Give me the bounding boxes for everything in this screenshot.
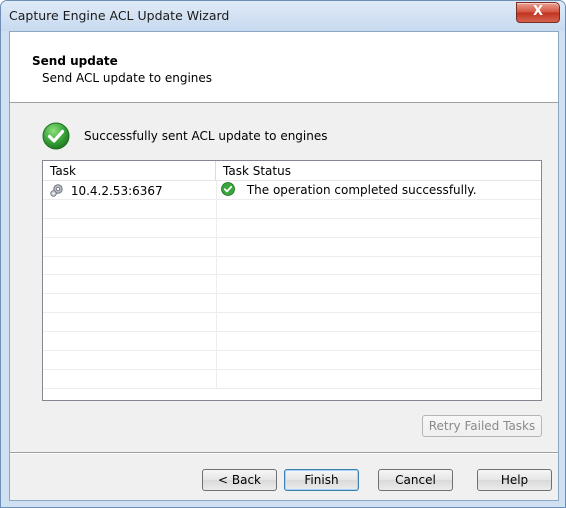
- table-row-empty: [43, 275, 541, 295]
- close-icon: X: [532, 4, 544, 19]
- table-row-empty: [43, 199, 541, 219]
- task-status-text: The operation completed successfully.: [246, 183, 477, 197]
- status-message-row: Successfully sent ACL update to engines: [42, 122, 522, 150]
- finish-button[interactable]: Finish: [284, 469, 359, 491]
- page-subtitle: Send ACL update to engines: [42, 71, 213, 85]
- task-cell: 10.4.2.53:6367: [49, 182, 163, 199]
- column-header-task[interactable]: Task: [43, 161, 216, 181]
- footer-separator: [10, 452, 558, 454]
- task-name: 10.4.2.53:6367: [70, 184, 163, 198]
- success-check-icon: [42, 122, 70, 150]
- wizard-header: Send update Send ACL update to engines: [10, 32, 558, 103]
- help-button[interactable]: Help: [477, 469, 552, 491]
- success-check-icon: [221, 182, 235, 196]
- table-row-empty: [43, 332, 541, 352]
- table-row-empty: [43, 369, 541, 389]
- retry-failed-tasks-button[interactable]: Retry Failed Tasks: [422, 415, 542, 437]
- engine-gear-icon: [50, 184, 63, 197]
- table-row-empty: [43, 256, 541, 276]
- table-row-empty: [43, 294, 541, 314]
- table-body: 10.4.2.53:6367 The operation completed s…: [43, 181, 541, 389]
- table-header: Task Task Status: [43, 161, 541, 181]
- close-button[interactable]: X: [516, 2, 560, 23]
- table-row-empty: [43, 351, 541, 370]
- back-button[interactable]: < Back: [202, 469, 277, 491]
- status-cell: The operation completed successfully.: [221, 182, 477, 199]
- wizard-window: Capture Engine ACL Update Wizard X Send …: [0, 0, 566, 508]
- status-message: Successfully sent ACL update to engines: [84, 129, 328, 143]
- page-title: Send update: [32, 54, 118, 68]
- window-title: Capture Engine ACL Update Wizard: [9, 8, 230, 23]
- column-header-task-status[interactable]: Task Status: [216, 161, 541, 181]
- title-bar: Capture Engine ACL Update Wizard X: [1, 1, 565, 31]
- task-table[interactable]: Task Task Status 10.4.2.53:6367 The oper…: [42, 160, 542, 401]
- wizard-client-area: Send update Send ACL update to engines S…: [9, 31, 559, 501]
- table-row-empty: [43, 313, 541, 333]
- table-row[interactable]: 10.4.2.53:6367 The operation completed s…: [43, 181, 541, 200]
- cancel-button[interactable]: Cancel: [378, 469, 453, 491]
- table-row-empty: [43, 218, 541, 238]
- table-row-empty: [43, 237, 541, 257]
